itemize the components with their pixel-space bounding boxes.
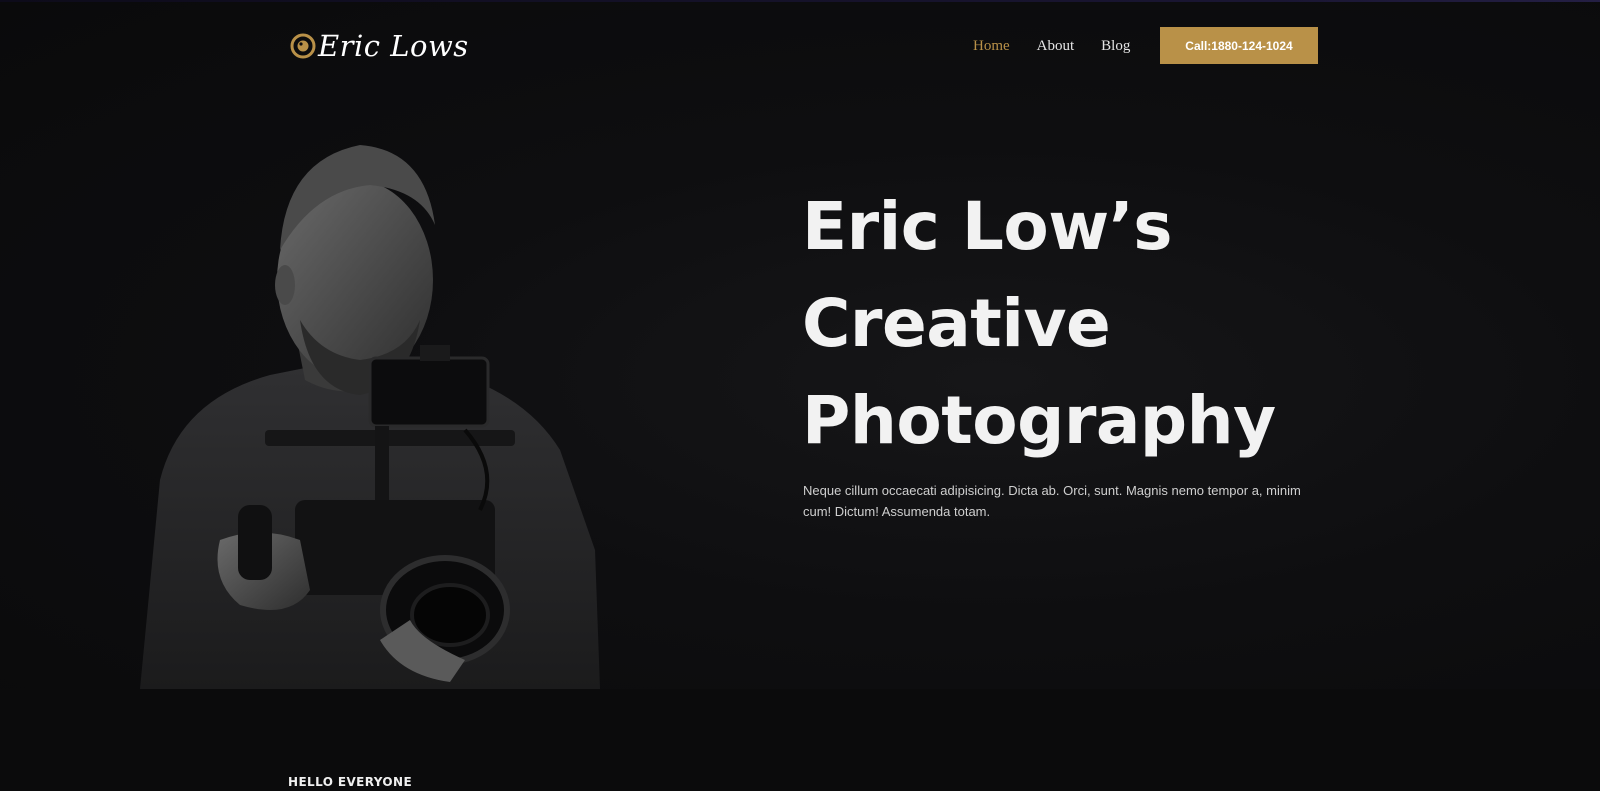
logo-text: Eric Lows <box>318 29 469 63</box>
section-eyebrow: HELLO EVERYONE <box>288 775 413 789</box>
hero-description: Neque cillum occaecati adipisicing. Dict… <box>803 483 1301 519</box>
about-section: HELLO EVERYONE <box>0 689 1600 791</box>
hero-title-line-2: Creative <box>802 285 1111 362</box>
nav-blog[interactable]: Blog <box>1101 34 1130 58</box>
hero-title-line-3: Photography <box>802 382 1276 459</box>
hero-title: Eric Low’s Creative Photography <box>802 178 1362 469</box>
top-accent-line <box>0 0 1600 2</box>
nav-home[interactable]: Home <box>973 34 1010 58</box>
main-nav: Home About Blog <box>973 34 1157 58</box>
camera-lens-icon <box>290 33 316 59</box>
hero-section: Eric Lows Home About Blog Call:1880-124-… <box>0 0 1600 689</box>
site-logo[interactable]: Eric Lows <box>290 28 469 64</box>
photographer-image <box>140 145 600 689</box>
hero-title-line-1: Eric Low’s <box>802 188 1173 265</box>
nav-about[interactable]: About <box>1037 34 1075 58</box>
call-button[interactable]: Call:1880-124-1024 <box>1160 27 1318 64</box>
